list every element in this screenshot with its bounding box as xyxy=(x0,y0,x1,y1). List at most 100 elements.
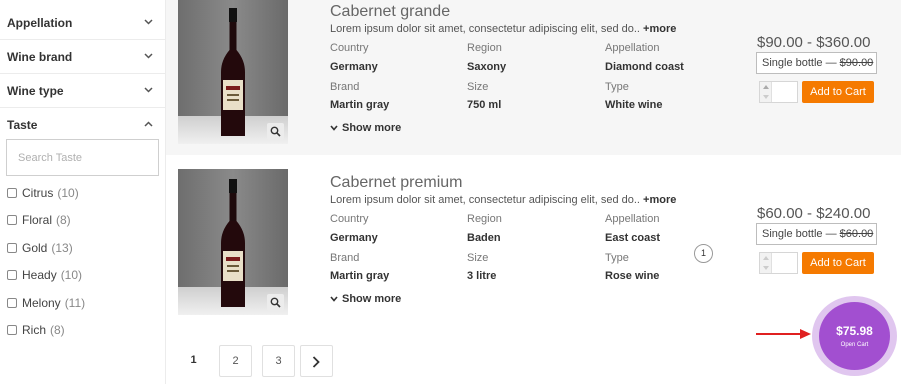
brand-value: Martin gray xyxy=(330,99,390,111)
size-value: 750 ml xyxy=(467,99,502,111)
taste-label: Melony xyxy=(22,296,61,310)
product-card: Cabernet grande Lorem ipsum dolor sit am… xyxy=(166,0,901,155)
taste-option-melony[interactable]: Melony (11) xyxy=(7,295,85,311)
page-button-3[interactable]: 3 xyxy=(262,345,295,377)
chevron-right-icon xyxy=(312,356,320,368)
chevron-down-icon xyxy=(330,125,338,131)
chevron-down-icon[interactable] xyxy=(142,74,156,108)
region-label: Region xyxy=(467,213,502,225)
size-value: 3 litre xyxy=(467,270,497,282)
quantity-spinner[interactable] xyxy=(760,82,772,102)
filter-wine-type[interactable]: Wine type xyxy=(0,74,166,108)
wine-bottle-image xyxy=(221,179,245,307)
product-title[interactable]: Cabernet premium xyxy=(330,174,463,192)
product-image[interactable] xyxy=(178,169,288,315)
filter-sidebar: Appellation Wine brand Wine type Taste C… xyxy=(0,0,166,384)
appellation-value: East coast xyxy=(605,232,661,244)
region-value: Baden xyxy=(467,232,501,244)
chevron-down-icon[interactable] xyxy=(142,40,156,74)
filter-label: Wine type xyxy=(7,84,64,98)
zoom-icon[interactable] xyxy=(267,123,284,140)
variant-select[interactable]: Single bottle — $60.00 xyxy=(756,223,877,245)
page-button-1[interactable]: 1 xyxy=(177,345,210,377)
show-more-toggle[interactable]: Show more xyxy=(330,293,401,305)
chevron-down-icon[interactable] xyxy=(142,6,156,40)
type-label: Type xyxy=(605,252,629,264)
checkbox[interactable] xyxy=(7,188,17,198)
page-button-2[interactable]: 2 xyxy=(219,345,252,377)
checkbox[interactable] xyxy=(7,215,17,225)
more-link[interactable]: +more xyxy=(643,194,676,206)
taste-label: Floral xyxy=(22,213,53,227)
quantity-spinner[interactable] xyxy=(760,253,772,273)
checkbox[interactable] xyxy=(7,325,17,335)
checkbox[interactable] xyxy=(7,243,17,253)
filter-label: Wine brand xyxy=(7,50,73,64)
taste-count: (10) xyxy=(60,268,83,282)
taste-option-gold[interactable]: Gold (13) xyxy=(7,240,73,256)
product-description: Lorem ipsum dolor sit amet, consectetur … xyxy=(330,194,677,206)
taste-option-citrus[interactable]: Citrus (10) xyxy=(7,185,79,201)
cart-total: $75.98 xyxy=(836,324,873,338)
taste-label: Rich xyxy=(22,323,47,337)
product-image[interactable] xyxy=(178,0,288,144)
size-label: Size xyxy=(467,252,489,264)
open-cart-button[interactable]: $75.98 Open Cart xyxy=(819,302,890,370)
cart-quantity-badge: 1 xyxy=(694,244,713,263)
open-cart-label: Open Cart xyxy=(840,342,869,348)
next-page-button[interactable] xyxy=(300,345,333,377)
type-value: White wine xyxy=(605,99,663,111)
brand-value: Martin gray xyxy=(330,270,390,282)
checkbox[interactable] xyxy=(7,298,17,308)
filter-wine-brand[interactable]: Wine brand xyxy=(0,40,166,74)
filter-taste[interactable]: Taste xyxy=(0,108,166,142)
size-label: Size xyxy=(467,81,489,93)
zoom-icon[interactable] xyxy=(267,294,284,311)
show-more-toggle[interactable]: Show more xyxy=(330,122,401,134)
brand-label: Brand xyxy=(330,252,360,264)
region-label: Region xyxy=(467,42,502,54)
filter-appellation[interactable]: Appellation xyxy=(0,6,166,40)
taste-count: (13) xyxy=(51,241,73,255)
appellation-label: Appellation xyxy=(605,42,660,54)
chevron-down-icon xyxy=(330,296,338,302)
filter-label: Appellation xyxy=(7,16,73,30)
taste-count: (11) xyxy=(64,296,86,310)
add-to-cart-button[interactable]: Add to Cart xyxy=(802,81,874,103)
price-range: $60.00 - $240.00 xyxy=(757,205,871,222)
arrow-pointer-icon xyxy=(756,329,811,339)
taste-option-heady[interactable]: Heady (10) xyxy=(7,267,82,283)
product-title[interactable]: Cabernet grande xyxy=(330,3,450,21)
taste-label: Heady xyxy=(22,268,57,282)
taste-count: (8) xyxy=(50,323,65,337)
brand-label: Brand xyxy=(330,81,360,93)
appellation-value: Diamond coast xyxy=(605,61,684,73)
product-card: Cabernet premium Lorem ipsum dolor sit a… xyxy=(166,161,901,325)
more-link[interactable]: +more xyxy=(643,23,676,35)
taste-search-input[interactable] xyxy=(6,139,159,176)
type-label: Type xyxy=(605,81,629,93)
filter-label: Taste xyxy=(7,118,38,132)
taste-count: (8) xyxy=(56,213,71,227)
type-value: Rose wine xyxy=(605,270,660,282)
variant-select[interactable]: Single bottle — $90.00 xyxy=(756,52,877,74)
taste-option-floral[interactable]: Floral (8) xyxy=(7,212,71,228)
taste-count: (10) xyxy=(57,186,79,200)
add-to-cart-button[interactable]: Add to Cart xyxy=(802,252,874,274)
price-range: $90.00 - $360.00 xyxy=(757,34,871,51)
taste-label: Citrus xyxy=(22,186,54,200)
appellation-label: Appellation xyxy=(605,213,660,225)
checkbox[interactable] xyxy=(7,270,17,280)
region-value: Saxony xyxy=(467,61,507,73)
taste-label: Gold xyxy=(22,241,48,255)
country-label: Country xyxy=(330,213,369,225)
quantity-stepper[interactable] xyxy=(759,81,798,103)
country-label: Country xyxy=(330,42,369,54)
quantity-stepper[interactable] xyxy=(759,252,798,274)
country-value: Germany xyxy=(330,232,378,244)
wine-bottle-image xyxy=(221,8,245,136)
chevron-up-icon[interactable] xyxy=(142,108,156,142)
country-value: Germany xyxy=(330,61,378,73)
taste-option-rich[interactable]: Rich (8) xyxy=(7,322,65,338)
product-description: Lorem ipsum dolor sit amet, consectetur … xyxy=(330,23,677,35)
